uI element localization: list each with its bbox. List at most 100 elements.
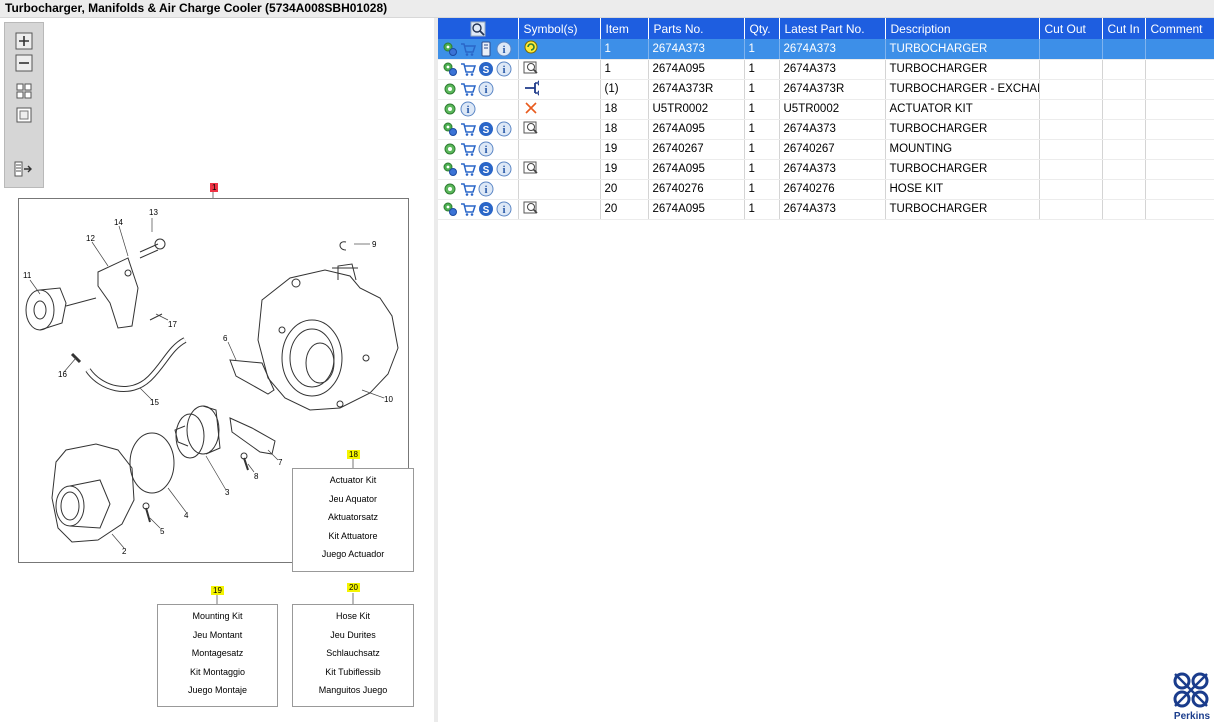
symbol-cell[interactable]	[518, 59, 601, 80]
symbol-cell[interactable]	[518, 39, 601, 60]
part-label-5[interactable]: 5	[160, 527, 164, 536]
s-icon[interactable]: S	[478, 161, 494, 177]
cross-symbol-icon[interactable]	[523, 100, 539, 116]
latest-part-no-cell: 2674A373	[779, 119, 886, 140]
cart-icon[interactable]	[460, 81, 476, 97]
info-icon[interactable]: i	[460, 101, 476, 117]
part-label-7[interactable]: 7	[278, 458, 282, 467]
info-icon[interactable]: i	[478, 181, 494, 197]
gear-blue-icon[interactable]	[442, 201, 458, 217]
gear-blue-icon[interactable]	[442, 161, 458, 177]
hose-kit-box[interactable]: Hose Kit Jeu Durites Schlauchsatz Kit Tu…	[292, 604, 414, 707]
info-icon[interactable]: i	[496, 41, 512, 57]
cart-icon[interactable]	[460, 201, 476, 217]
info-icon[interactable]: i	[496, 201, 512, 217]
part-label-9[interactable]: 9	[372, 240, 376, 249]
table-row[interactable]: Si 1 2674A095 1 2674A373 TURBOCHARGER	[438, 59, 1214, 80]
gear-green-icon[interactable]	[442, 81, 458, 97]
part-label-12[interactable]: 12	[86, 234, 95, 243]
gear-blue-icon[interactable]	[442, 41, 458, 57]
exchange-symbol-icon[interactable]	[523, 79, 539, 96]
column-header-comment[interactable]: Comment	[1145, 18, 1214, 39]
comment-cell	[1145, 59, 1214, 80]
revision-symbol-icon[interactable]	[523, 39, 539, 55]
table-row[interactable]: i 18 U5TR0002 1 U5TR0002 ACTUATOR KIT	[438, 99, 1214, 120]
symbol-cell[interactable]	[518, 159, 601, 180]
cart-icon[interactable]	[460, 121, 476, 137]
column-header-item[interactable]: Item	[600, 18, 649, 39]
info-icon[interactable]: i	[496, 61, 512, 77]
column-header-latest-part-no[interactable]: Latest Part No.	[779, 18, 886, 39]
info-icon[interactable]: i	[496, 121, 512, 137]
view-symbol-icon[interactable]	[523, 60, 539, 76]
column-header-actions[interactable]	[438, 18, 519, 39]
view-symbol-icon[interactable]	[523, 200, 539, 216]
view-symbol-icon[interactable]	[523, 120, 539, 136]
kit-tag-19[interactable]: 19	[211, 586, 224, 595]
cart-icon[interactable]	[460, 141, 476, 157]
perkins-logo: Perkins	[1173, 672, 1211, 722]
s-icon[interactable]: S	[478, 121, 494, 137]
table-row[interactable]: Si 19 2674A095 1 2674A373 TURBOCHARGER	[438, 159, 1214, 180]
symbol-cell[interactable]	[518, 79, 601, 100]
cart-icon[interactable]	[460, 41, 476, 57]
core-assembly-drawing	[174, 405, 221, 459]
part-label-15[interactable]: 15	[150, 398, 159, 407]
s-icon[interactable]: S	[478, 201, 494, 217]
column-header-cut-in[interactable]: Cut In	[1102, 18, 1146, 39]
info-icon[interactable]: i	[496, 161, 512, 177]
main-callout-tag[interactable]: 1	[210, 183, 219, 192]
part-label-6[interactable]: 6	[223, 334, 227, 343]
table-row[interactable]: i 20 26740276 1 26740276 HOSE KIT	[438, 179, 1214, 200]
info-icon[interactable]: i	[478, 81, 494, 97]
part-label-17[interactable]: 17	[168, 320, 177, 329]
part-label-4[interactable]: 4	[184, 511, 188, 520]
qty-cell: 1	[744, 119, 780, 140]
kit-line: Hose Kit	[335, 611, 370, 621]
mounting-kit-box[interactable]: Mounting Kit Jeu Montant Montagesatz Kit…	[157, 604, 278, 707]
table-row[interactable]: i 19 26740267 1 26740267 MOUNTING	[438, 139, 1214, 160]
part-label-14[interactable]: 14	[114, 218, 123, 227]
table-row[interactable]: Si 18 2674A095 1 2674A373 TURBOCHARGER	[438, 119, 1214, 140]
part-label-16[interactable]: 16	[58, 370, 67, 379]
part-label-2[interactable]: 2	[122, 547, 126, 556]
info-icon[interactable]: i	[478, 141, 494, 157]
cart-icon[interactable]	[460, 161, 476, 177]
view-symbol-icon[interactable]	[523, 160, 539, 176]
qty-cell: 1	[744, 159, 780, 180]
symbol-cell[interactable]	[518, 99, 601, 120]
gear-green-icon[interactable]	[442, 101, 458, 117]
svg-text:S: S	[483, 165, 490, 176]
row-action-icons: Si	[438, 159, 519, 180]
diagram-pane[interactable]: 13 14 12 11 17 16 15 6 9 10 3 4 2 5 8 7 …	[0, 18, 434, 722]
part-label-13[interactable]: 13	[149, 208, 158, 217]
column-header-cut-out[interactable]: Cut Out	[1039, 18, 1103, 39]
parts-list-pane: Symbol(s) Item Parts No. Qty. Latest Par…	[438, 18, 1214, 722]
part-label-11[interactable]: 11	[23, 271, 31, 280]
cart-icon[interactable]	[460, 181, 476, 197]
kit-tag-18[interactable]: 18	[347, 450, 360, 459]
gear-blue-icon[interactable]	[442, 121, 458, 137]
symbol-cell[interactable]	[518, 119, 601, 140]
table-row[interactable]: Si 20 2674A095 1 2674A373 TURBOCHARGER	[438, 199, 1214, 220]
gear-blue-icon[interactable]	[442, 61, 458, 77]
gear-green-icon[interactable]	[442, 141, 458, 157]
cart-icon[interactable]	[460, 61, 476, 77]
column-header-qty[interactable]: Qty.	[744, 18, 780, 39]
part-label-10[interactable]: 10	[384, 395, 393, 404]
column-header-description[interactable]: Description	[885, 18, 1040, 39]
gear-green-icon[interactable]	[442, 181, 458, 197]
column-header-symbols[interactable]: Symbol(s)	[518, 18, 601, 39]
table-row[interactable]: i 1 2674A373 1 2674A373 TURBOCHARGER	[438, 39, 1214, 60]
book-icon[interactable]	[478, 41, 494, 57]
s-icon[interactable]: S	[478, 61, 494, 77]
table-row[interactable]: i (1) 2674A373R 1 2674A373R TURBOCHARGER - EX…	[438, 79, 1214, 100]
svg-text:i: i	[502, 164, 505, 176]
item-cell: 18	[600, 99, 649, 120]
symbol-cell[interactable]	[518, 199, 601, 220]
actuator-kit-box[interactable]: Actuator Kit Jeu Aquator Aktuatorsatz Ki…	[292, 468, 414, 572]
part-label-8[interactable]: 8	[254, 472, 258, 481]
column-header-parts-no[interactable]: Parts No.	[648, 18, 745, 39]
part-label-3[interactable]: 3	[225, 488, 229, 497]
kit-tag-20[interactable]: 20	[347, 583, 360, 592]
